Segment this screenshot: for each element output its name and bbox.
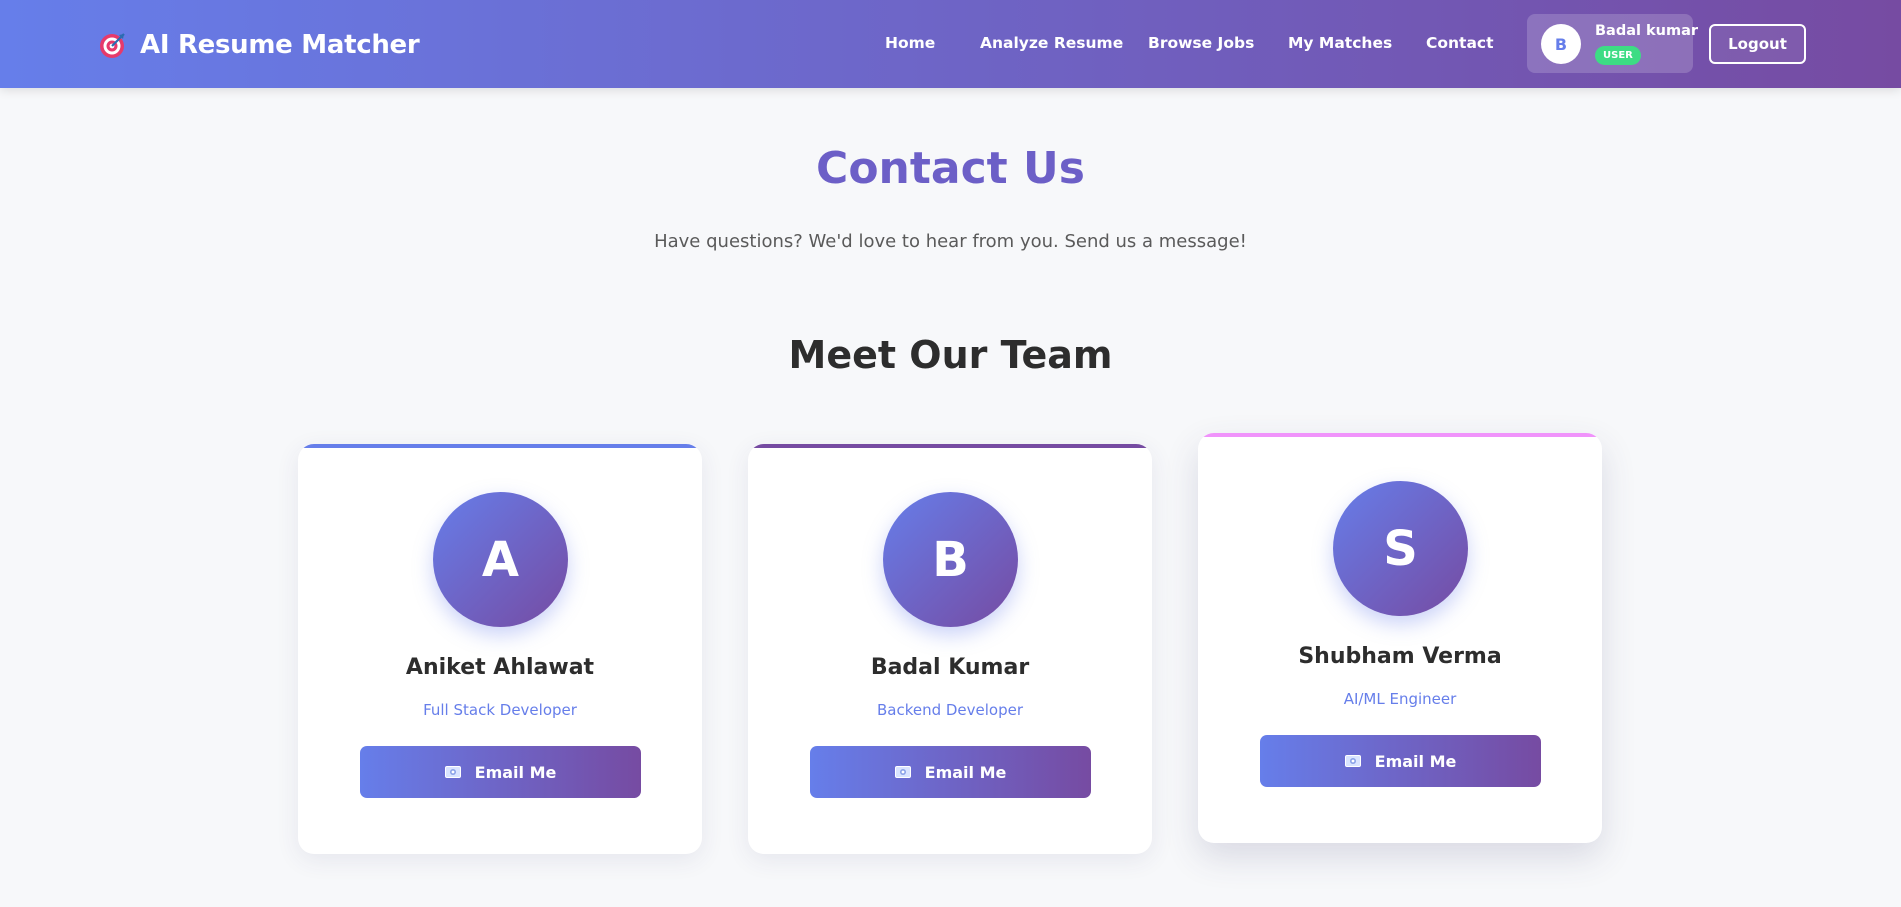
member-avatar: S [1333, 481, 1468, 616]
member-role: Full Stack Developer [423, 701, 577, 719]
target-icon [100, 33, 125, 58]
member-role: AI/ML Engineer [1343, 690, 1457, 708]
member-avatar: A [433, 492, 568, 627]
navbar: AI Resume Matcher Home Analyze Resume Br… [0, 0, 1901, 88]
team-card-badal: B Badal Kumar Backend Developer Email Me [748, 444, 1152, 854]
page-title: Contact Us [816, 143, 1085, 194]
email-button-label: Email Me [1374, 751, 1457, 771]
nav-link-contact[interactable]: Contact [1426, 34, 1494, 52]
page-subtitle: Have questions? We'd love to hear from y… [654, 231, 1247, 252]
logout-button[interactable]: Logout [1709, 24, 1806, 64]
user-avatar: B [1541, 24, 1581, 64]
nav-link-browse-jobs[interactable]: Browse Jobs [1148, 34, 1254, 52]
user-profile[interactable]: B Badal kumar USER [1527, 14, 1698, 73]
email-button-label: Email Me [474, 762, 557, 782]
team-section-title: Meet Our Team [788, 333, 1113, 377]
email-button[interactable]: Email Me [1260, 735, 1541, 787]
email-icon [444, 766, 461, 778]
email-button[interactable]: Email Me [360, 746, 641, 798]
user-name: Badal kumar [1595, 23, 1699, 39]
email-icon [894, 766, 911, 778]
user-role-badge: USER [1595, 46, 1641, 65]
nav-link-analyze-resume[interactable]: Analyze Resume [980, 34, 1123, 52]
member-name: Badal Kumar [870, 655, 1030, 680]
member-name: Aniket Ahlawat [405, 655, 595, 680]
card-accent-bar [298, 444, 702, 448]
member-role: Backend Developer [876, 701, 1024, 719]
team-card-shubham: S Shubham Verma AI/ML Engineer Email Me [1198, 433, 1602, 843]
email-icon [1344, 755, 1361, 767]
brand-title: AI Resume Matcher [140, 30, 420, 60]
brand[interactable]: AI Resume Matcher [98, 25, 420, 65]
email-button[interactable]: Email Me [810, 746, 1091, 798]
card-accent-bar [1198, 433, 1602, 437]
nav-link-home[interactable]: Home [885, 34, 935, 52]
email-button-label: Email Me [924, 762, 1007, 782]
team-card-aniket: A Aniket Ahlawat Full Stack Developer Em… [298, 444, 702, 854]
card-accent-bar [748, 444, 1152, 448]
member-avatar: B [883, 492, 1018, 627]
nav-link-my-matches[interactable]: My Matches [1288, 34, 1392, 52]
member-name: Shubham Verma [1298, 644, 1502, 669]
